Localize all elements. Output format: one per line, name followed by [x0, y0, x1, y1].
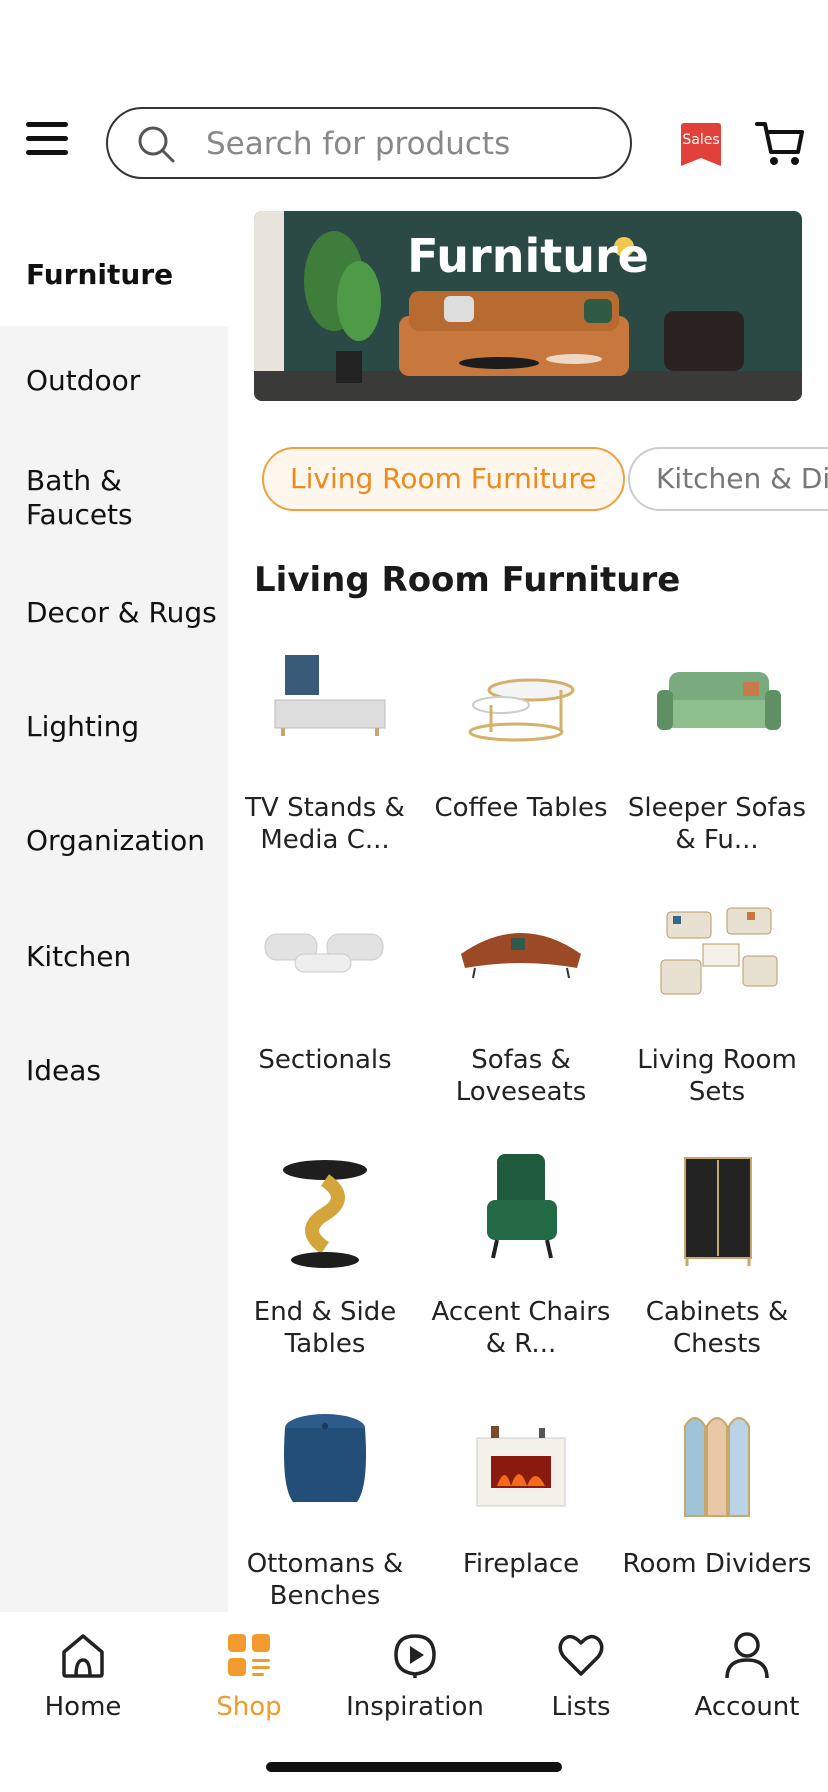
product-tile[interactable]: Coffee Tables — [426, 650, 616, 824]
product-label: Living Room Sets — [637, 1045, 797, 1107]
sidebar-item-bath-faucets[interactable]: Bath & Faucets — [0, 464, 160, 532]
home-indicator[interactable] — [266, 1762, 562, 1772]
sidebar-item-kitchen[interactable]: Kitchen — [0, 940, 228, 974]
category-sidebar: Furniture Outdoor Bath & Faucets Decor &… — [0, 224, 228, 1612]
product-tile[interactable]: Room Dividers — [622, 1406, 812, 1580]
product-label: Room Dividers — [622, 1549, 812, 1579]
sales-badge-label: Sales — [682, 132, 720, 148]
product-tile[interactable]: Sleeper Sofas & Fu... — [622, 650, 812, 856]
cabinet-icon — [647, 1154, 787, 1274]
account-icon — [725, 1632, 769, 1679]
sleeper-sofa-icon — [647, 650, 787, 770]
product-tile[interactable]: End & Side Tables — [230, 1154, 420, 1360]
ottoman-icon — [255, 1406, 395, 1526]
product-label: Sleeper Sofas & Fu... — [627, 793, 807, 855]
cart-button[interactable] — [754, 118, 806, 170]
living-room-set-icon — [647, 902, 787, 1022]
product-tile[interactable]: TV Stands & Media C... — [230, 650, 420, 856]
product-tile[interactable]: Sectionals — [230, 902, 420, 1076]
banner-title: Furniture — [407, 229, 649, 283]
sales-button[interactable]: Sales — [678, 122, 724, 168]
product-label: Sofas & Loveseats — [455, 1045, 587, 1107]
product-label: Ottomans & Benches — [246, 1549, 404, 1611]
shop-icon — [228, 1634, 270, 1676]
fireplace-icon — [451, 1406, 591, 1526]
nav-home-label: Home — [44, 1692, 122, 1722]
sidebar-item-ideas[interactable]: Ideas — [0, 1054, 228, 1088]
sidebar-item-furniture[interactable]: Furniture — [0, 224, 228, 326]
search-icon — [138, 126, 175, 163]
home-icon — [62, 1634, 104, 1678]
sectional-icon — [255, 902, 395, 1022]
product-label: TV Stands & Media C... — [245, 793, 405, 855]
menu-button[interactable] — [26, 122, 68, 164]
product-tile[interactable]: Cabinets & Chests — [622, 1154, 812, 1360]
product-tile[interactable]: Accent Chairs & R... — [426, 1154, 616, 1360]
menu-bar — [26, 150, 68, 155]
tv-stand-icon — [255, 650, 395, 770]
inspiration-icon — [394, 1634, 436, 1678]
product-tile[interactable]: Ottomans & Benches — [230, 1406, 420, 1612]
side-table-icon — [255, 1154, 395, 1274]
sidebar-item-outdoor[interactable]: Outdoor — [0, 364, 228, 398]
product-label: End & Side Tables — [253, 1297, 397, 1359]
chip-living-room-furniture[interactable]: Living Room Furniture — [262, 447, 625, 511]
nav-account[interactable]: Account — [672, 1628, 822, 1722]
heart-icon — [558, 1634, 604, 1676]
section-title: Living Room Furniture — [254, 560, 681, 600]
nav-inspiration-label: Inspiration — [346, 1692, 484, 1722]
product-label: Sectionals — [258, 1045, 392, 1075]
accent-chair-icon — [451, 1154, 591, 1274]
room-divider-icon — [647, 1406, 787, 1526]
product-label: Coffee Tables — [434, 793, 608, 823]
product-label: Fireplace — [462, 1549, 580, 1579]
category-banner[interactable]: Furniture — [254, 211, 802, 401]
sidebar-item-lighting[interactable]: Lighting — [0, 710, 228, 744]
nav-lists[interactable]: Lists — [506, 1628, 656, 1722]
product-tile[interactable]: Sofas & Loveseats — [426, 902, 616, 1108]
nav-shop-label: Shop — [216, 1692, 282, 1722]
nav-shop[interactable]: Shop — [174, 1628, 324, 1722]
menu-bar — [26, 122, 68, 127]
sidebar-item-organization[interactable]: Organization — [0, 824, 228, 858]
product-label: Cabinets & Chests — [645, 1297, 789, 1359]
sofa-icon — [451, 902, 591, 1022]
nav-account-label: Account — [694, 1692, 800, 1722]
search-bar[interactable] — [106, 107, 632, 179]
nav-inspiration[interactable]: Inspiration — [340, 1628, 490, 1722]
cart-icon — [755, 122, 804, 165]
menu-bar — [26, 136, 68, 141]
search-input[interactable] — [204, 123, 608, 165]
product-tile[interactable]: Fireplace — [426, 1406, 616, 1580]
nav-lists-label: Lists — [551, 1692, 611, 1722]
coffee-table-icon — [451, 650, 591, 770]
product-tile[interactable]: Living Room Sets — [622, 902, 812, 1108]
sidebar-item-decor-rugs[interactable]: Decor & Rugs — [0, 596, 228, 630]
nav-home[interactable]: Home — [8, 1628, 158, 1722]
product-label: Accent Chairs & R... — [431, 1297, 611, 1359]
chip-kitchen-dining[interactable]: Kitchen & Di — [628, 447, 828, 511]
